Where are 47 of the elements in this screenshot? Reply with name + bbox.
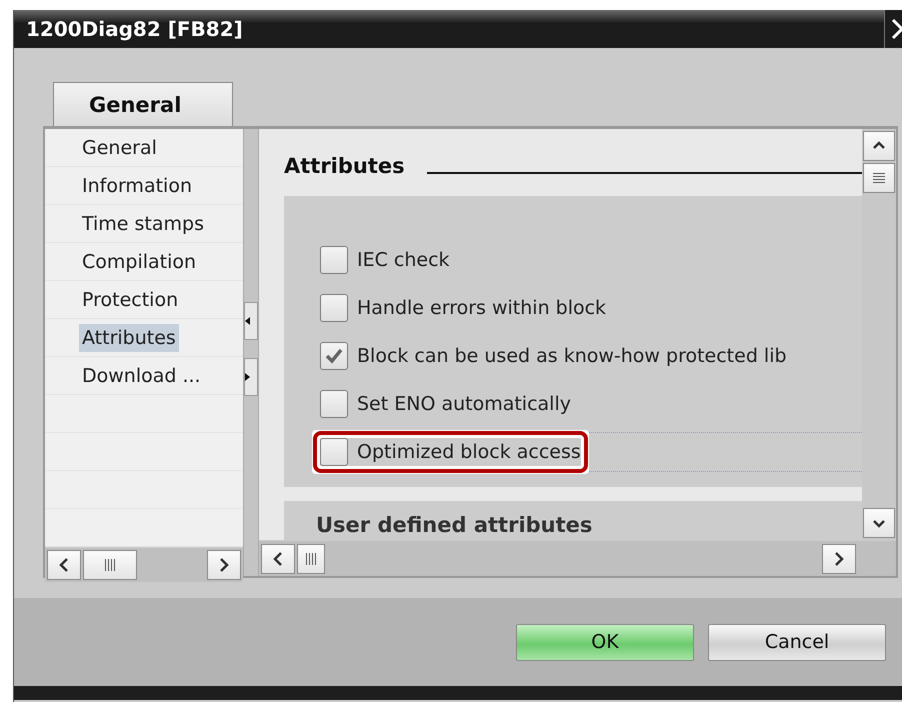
checkbox-option[interactable]: Set ENO automatically: [320, 390, 571, 418]
scroll-thumb[interactable]: [297, 544, 325, 574]
scroll-down-button[interactable]: [863, 508, 895, 538]
scroll-left-button[interactable]: [47, 550, 81, 580]
ok-button[interactable]: OK: [516, 624, 694, 660]
sidebar-item[interactable]: Compilation: [79, 248, 200, 276]
sidebar-item[interactable]: Protection: [79, 286, 182, 314]
triangle-left-icon: [245, 317, 250, 325]
checkbox-option[interactable]: Handle errors within block: [320, 294, 606, 322]
scroll-left-button[interactable]: [261, 544, 295, 574]
scroll-thumb[interactable]: [863, 163, 895, 193]
chevron-left-icon: [272, 552, 284, 566]
checkbox[interactable]: [320, 390, 348, 418]
section-heading: Attributes: [284, 154, 405, 178]
checkbox[interactable]: [320, 438, 348, 466]
grip-icon: [305, 552, 317, 564]
check-icon: [325, 348, 343, 364]
chevron-left-icon: [58, 558, 70, 572]
sidebar-item[interactable]: Download ...: [79, 362, 204, 390]
checkbox[interactable]: [320, 342, 348, 370]
chevron-right-icon: [218, 558, 230, 572]
horizontal-scrollbar[interactable]: [45, 547, 243, 582]
section-heading: User defined attributes: [316, 512, 592, 537]
collapse-button[interactable]: [244, 302, 258, 340]
checkbox-option[interactable]: Optimized block access: [320, 438, 581, 466]
checkbox[interactable]: [320, 246, 348, 274]
chevron-right-icon: [833, 552, 845, 566]
window-title: 1200Diag82 [FB82]: [26, 17, 243, 41]
sidebar-item[interactable]: Information: [79, 172, 195, 200]
cancel-button[interactable]: Cancel: [708, 624, 886, 660]
checkbox[interactable]: [320, 294, 348, 322]
grip-icon: [104, 559, 116, 571]
checkbox-option[interactable]: Block can be used as know-how protected lib: [320, 342, 787, 370]
scroll-right-button[interactable]: [207, 550, 241, 580]
expand-button[interactable]: [244, 358, 258, 396]
horizontal-scrollbar[interactable]: [259, 540, 896, 576]
scroll-thumb[interactable]: [83, 550, 137, 580]
checkbox-option[interactable]: IEC check: [320, 246, 450, 274]
scroll-up-button[interactable]: [863, 131, 895, 161]
triangle-right-icon: [245, 373, 250, 381]
sidebar-item[interactable]: Time stamps: [79, 210, 207, 238]
scroll-right-button[interactable]: [822, 544, 856, 574]
sidebar-item[interactable]: General: [79, 134, 160, 162]
sidebar-item[interactable]: Attributes: [79, 324, 179, 352]
vertical-scrollbar[interactable]: [862, 129, 896, 540]
tab[interactable]: General: [53, 82, 233, 126]
grip-icon: [873, 172, 885, 184]
